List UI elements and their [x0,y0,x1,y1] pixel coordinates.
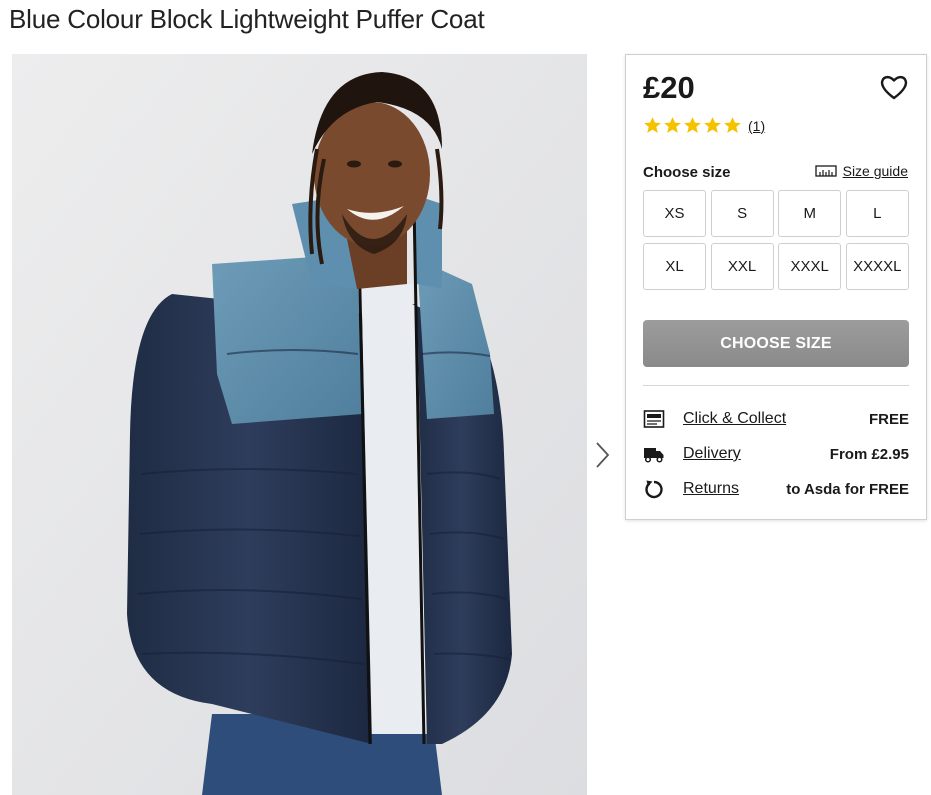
click-collect-link[interactable]: Click & Collect [683,410,786,428]
size-option-xl[interactable]: XL [643,243,706,290]
size-option-s[interactable]: S [710,190,774,237]
click-collect-row: Click & Collect FREE [643,407,909,431]
product-image[interactable] [12,54,587,795]
choose-size-button[interactable]: CHOOSE SIZE [643,320,909,367]
star-icon [664,117,681,133]
star-icon [724,117,741,133]
size-option-xxxxl[interactable]: XXXXL [845,243,909,290]
wishlist-heart-icon[interactable] [879,73,909,101]
rating-stars [643,116,742,135]
size-option-m[interactable]: M [778,190,842,237]
star-icon [704,117,721,133]
model-photo [12,54,587,795]
review-count-link[interactable]: (1) [748,118,765,134]
returns-info: to Asda for FREE [786,480,909,498]
next-image-arrow-icon[interactable] [591,440,613,470]
delivery-price: From £2.95 [829,445,909,463]
size-guide-link[interactable]: Size guide [814,163,908,179]
size-option-xs[interactable]: XS [643,190,706,237]
delivery-truck-icon [644,448,664,463]
product-title: Blue Colour Block Lightweight Puffer Coa… [9,4,485,34]
divider [643,385,909,386]
product-price: £20 [643,70,695,105]
product-rating: (1) [643,116,765,135]
star-icon [644,117,661,133]
returns-link[interactable]: Returns [683,480,739,498]
size-option-xxl[interactable]: XXL [710,243,774,290]
size-option-xxxl[interactable]: XXXL [778,243,842,290]
size-guide-label: Size guide [842,163,908,179]
click-collect-icon [643,410,665,428]
click-collect-price: FREE [868,410,909,428]
product-page: Blue Colour Block Lightweight Puffer Coa… [0,0,931,795]
returns-icon [645,480,663,499]
buy-box: £20 (1) Choose size Size guide XS S M L … [625,54,927,520]
size-option-l[interactable]: L [845,190,909,237]
returns-row: Returns to Asda for FREE [643,477,909,501]
delivery-link[interactable]: Delivery [683,445,741,463]
star-icon [684,117,701,133]
size-options: XS S M L XL XXL XXXL XXXXL [643,190,909,290]
choose-size-label: Choose size [643,164,731,181]
ruler-icon [814,165,837,177]
delivery-row: Delivery From £2.95 [643,442,909,466]
